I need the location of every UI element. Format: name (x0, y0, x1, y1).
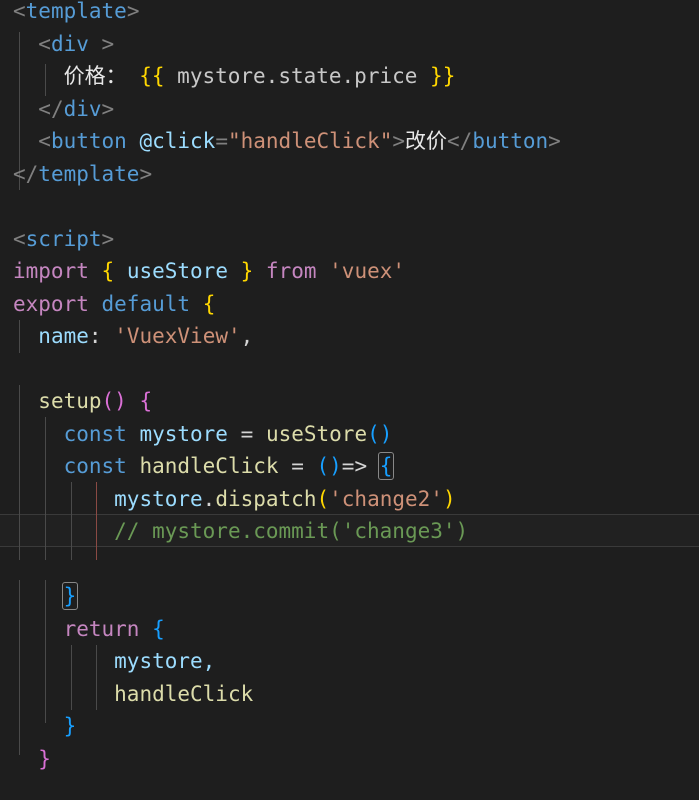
keyword-import: import (13, 259, 89, 283)
object-mystore: mystore (114, 486, 203, 511)
keyword-const: const (63, 454, 127, 478)
dot-operator: . (202, 486, 216, 511)
comment-commit-change3: // mystore.commit('change3') (114, 519, 469, 543)
mustache-open: {{ (139, 64, 165, 88)
code-line-23[interactable]: } (0, 710, 699, 743)
code-line-22[interactable]: handleClick (0, 678, 699, 711)
code-line-12[interactable] (0, 353, 699, 386)
angle-bracket-open: < (38, 129, 51, 153)
mustache-close: }} (430, 64, 456, 88)
interpolation-expression: mystore.state.price (164, 64, 431, 88)
import-binding-usestore: useStore (114, 259, 241, 283)
code-line-24[interactable]: } (0, 743, 699, 776)
arrow-function-parentheses: () (316, 454, 342, 478)
returned-mystore: mystore, (114, 649, 216, 673)
code-line-5[interactable]: <button @click="handleClick">改价</button> (0, 125, 699, 158)
keyword-return: return (63, 616, 140, 641)
code-line-11[interactable]: name: 'VuexView', (0, 320, 699, 353)
code-line-9[interactable]: import { useStore } from 'vuex' (0, 255, 699, 288)
keyword-export: export (13, 291, 89, 316)
code-line-20[interactable]: return { (0, 613, 699, 646)
code-line-3[interactable]: 价格： {{ mystore.state.price }} (0, 60, 699, 93)
angle-bracket-close-open: </ (38, 96, 64, 121)
code-line-10[interactable]: export default { (0, 288, 699, 321)
variable-handleclick: handleClick (139, 454, 279, 478)
code-line-6[interactable]: </template> (0, 158, 699, 191)
angle-bracket-close: > (392, 129, 406, 153)
function-name-setup: setup (38, 389, 102, 413)
button-label-text: 改价 (405, 129, 448, 153)
angle-bracket-close: > (126, 0, 140, 23)
code-line-1[interactable]: <template> (0, 0, 699, 28)
tag-name-button: button (50, 129, 127, 153)
assignment-operator: = (240, 421, 254, 446)
angle-bracket-open: < (13, 0, 26, 23)
angle-bracket-open: < (13, 226, 26, 251)
arrow-function-close-brace: } (61, 582, 79, 610)
action-name-change2: 'change2' (329, 486, 443, 511)
code-content[interactable]: <template> <div > 价格： {{ mystore.state.p… (0, 0, 699, 800)
code-line-8[interactable]: <script> (0, 223, 699, 256)
code-line-19[interactable]: } (0, 580, 699, 613)
code-line-15[interactable]: const handleClick = ()=> { (0, 450, 699, 483)
tag-name-script: script (25, 226, 102, 251)
code-line-7[interactable] (0, 190, 699, 223)
angle-bracket-close: > (548, 129, 561, 153)
setup-parentheses: () (101, 389, 127, 413)
code-line-17[interactable]: // mystore.commit('change3') (0, 515, 699, 548)
code-line-14[interactable]: const mystore = useStore() (0, 418, 699, 451)
angle-bracket-close: > (88, 31, 115, 56)
variable-mystore: mystore (139, 421, 228, 446)
code-line-18[interactable] (0, 548, 699, 581)
angle-bracket-close-open: </ (13, 161, 39, 186)
brace-open-export: { (202, 291, 216, 316)
code-line-13[interactable]: setup() { (0, 385, 699, 418)
keyword-from: from (265, 259, 317, 283)
paren-open: ( (316, 486, 330, 511)
price-label-text: 价格： (63, 64, 127, 88)
angle-bracket-open: < (38, 31, 51, 56)
brace-close-setup: } (38, 746, 51, 771)
angle-bracket-close: > (101, 226, 115, 251)
module-name-vuex: 'vuex' (329, 259, 406, 283)
keyword-default: default (101, 291, 191, 316)
component-name-value: 'VuexView' (114, 324, 241, 348)
assignment-operator: = (291, 454, 304, 478)
code-line-4[interactable]: </div> (0, 93, 699, 126)
colon: : (88, 324, 102, 348)
brace-open-import: { (101, 259, 115, 283)
brace-close-return: } (63, 714, 77, 738)
property-name: name (38, 324, 89, 348)
code-editor[interactable]: <template> <div > 价格： {{ mystore.state.p… (0, 0, 699, 800)
tag-name-button-close: button (472, 129, 549, 153)
function-call-usestore: useStore (265, 421, 368, 446)
code-line-16[interactable]: mystore.dispatch('change2') (0, 483, 699, 516)
attribute-value-handleclick: "handleClick" (227, 129, 393, 153)
code-line-2[interactable]: <div > (0, 28, 699, 61)
comma: , (240, 324, 254, 348)
method-dispatch: dispatch (215, 486, 317, 511)
code-line-21[interactable]: mystore, (0, 645, 699, 678)
usestore-parentheses: () (367, 421, 393, 446)
angle-bracket-close: > (139, 161, 153, 186)
angle-bracket-close-open: </ (447, 129, 473, 153)
arrow-function-open-brace: { (377, 452, 395, 480)
tag-name-div-close: div (63, 96, 102, 121)
tag-name-div: div (50, 31, 89, 56)
attribute-click: @click (139, 129, 216, 153)
paren-close: ) (442, 486, 456, 511)
tag-name-template: template (25, 0, 127, 23)
returned-handleclick: handleClick (114, 681, 254, 706)
brace-open-setup: { (139, 389, 153, 413)
brace-open-return: { (152, 616, 165, 641)
arrow-operator: => (341, 454, 368, 478)
brace-close-import: } (240, 259, 254, 283)
angle-bracket-close: > (101, 96, 115, 121)
tag-name-template-close: template (38, 161, 140, 186)
equals-sign: = (215, 129, 228, 153)
keyword-const: const (63, 421, 127, 446)
